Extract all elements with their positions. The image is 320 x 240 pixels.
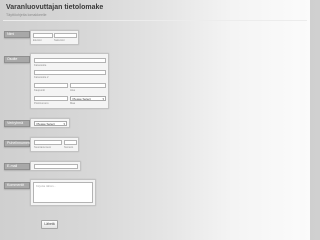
postal-input[interactable]: [34, 96, 68, 101]
street2-caption: Katuosoite 2: [34, 76, 49, 79]
address-label: Osoite: [4, 56, 30, 63]
header-divider: [3, 20, 307, 21]
phone-number-input[interactable]: [64, 140, 77, 145]
submit-button[interactable]: Lähetä: [41, 220, 58, 229]
bloodtype-label: Veriryhmä: [4, 120, 30, 127]
street-input[interactable]: [34, 58, 106, 63]
comments-group: Kirjoita tähän...: [30, 179, 96, 206]
chevron-down-icon: ▾: [63, 122, 65, 126]
email-label: E-mail: [4, 163, 30, 170]
phone-group: Suuntanumero Numero: [30, 137, 79, 152]
area-code-caption: Suuntanumero: [34, 146, 52, 149]
phone-label: Puhelinnumero: [4, 140, 31, 147]
address-group: Katuosoite Katuosoite 2 Kaupunki Alue Po…: [30, 53, 109, 109]
street2-input[interactable]: [34, 70, 106, 75]
first-name-input[interactable]: [33, 33, 53, 38]
form-subtitle: Täyttöohjeita lomakkeelle: [6, 13, 47, 17]
last-name-input[interactable]: [54, 33, 77, 38]
street-caption: Katuosoite: [34, 64, 47, 67]
name-label: Nimi: [4, 31, 30, 38]
email-input[interactable]: [34, 164, 78, 169]
phone-number-caption: Numero: [64, 146, 74, 149]
region-input[interactable]: [70, 83, 106, 88]
bloodtype-select[interactable]: Please Select ▾: [34, 121, 67, 126]
form-title: Varanluovuttajan tietolomake: [6, 4, 104, 11]
form-page: Varanluovuttajan tietolomake Täyttöohjei…: [0, 0, 310, 240]
bloodtype-group: Please Select ▾: [30, 118, 70, 128]
area-code-input[interactable]: [34, 140, 62, 145]
chevron-down-icon: ▾: [102, 97, 104, 101]
comments-textarea[interactable]: Kirjoita tähän...: [33, 182, 93, 203]
comments-label: Kommentit: [4, 182, 30, 189]
region-caption: Alue: [70, 89, 76, 92]
postal-caption: Postinumero: [34, 102, 49, 105]
email-group: [30, 161, 81, 171]
bloodtype-select-value: Please Select: [36, 122, 55, 126]
country-caption: Maa: [70, 102, 76, 105]
country-select[interactable]: Please Select ▾: [70, 96, 106, 101]
last-name-caption: Sukunimi: [54, 39, 65, 42]
first-name-caption: Etunimi: [33, 39, 42, 42]
name-group: Etunimi Sukunimi: [30, 30, 79, 45]
city-input[interactable]: [34, 83, 68, 88]
country-select-value: Please Select: [72, 97, 91, 101]
city-caption: Kaupunki: [34, 89, 45, 92]
